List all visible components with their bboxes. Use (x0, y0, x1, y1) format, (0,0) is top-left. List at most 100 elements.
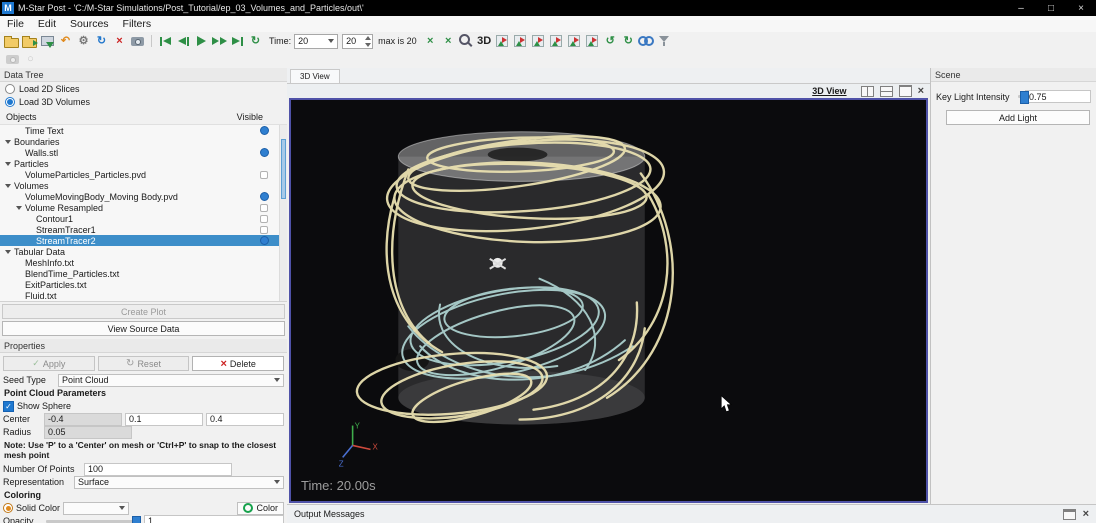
delete-source-icon[interactable]: × (111, 34, 128, 49)
refresh-icon[interactable]: ↻ (93, 34, 110, 49)
set-view-minus-y-icon[interactable] (548, 34, 565, 49)
color-picker-button[interactable]: Color (237, 501, 284, 515)
first-frame-button[interactable] (157, 34, 174, 49)
frame-spinner[interactable]: 20 (342, 33, 374, 49)
load-3d-volumes-radio[interactable]: Load 3D Volumes (0, 95, 287, 108)
tree-item[interactable]: Volumes (0, 180, 287, 191)
representation-select[interactable]: Surface (74, 475, 284, 489)
tree-item[interactable]: StreamTracer1 (0, 224, 287, 235)
app-logo-icon: M (2, 2, 14, 14)
set-view-plus-z-icon[interactable] (566, 34, 583, 49)
add-light-button[interactable]: Add Light (946, 110, 1090, 125)
tree-item[interactable]: Boundaries (0, 136, 287, 147)
split-horizontal-icon[interactable] (860, 85, 874, 97)
opacity-input[interactable]: 1 (144, 514, 284, 523)
window-title: M-Star Post - 'C:/M-Star Simulations/Pos… (18, 3, 364, 13)
previous-frame-button[interactable] (175, 34, 192, 49)
close-view-icon[interactable]: × (918, 85, 924, 97)
tab-3d-view[interactable]: 3D View (290, 69, 340, 83)
center-y-input[interactable]: 0.1 (125, 412, 203, 426)
close-button[interactable]: × (1066, 0, 1096, 16)
minimize-button[interactable]: – (1006, 0, 1036, 16)
number-of-points-input[interactable]: 100 (84, 462, 232, 476)
tree-item[interactable]: VolumeMovingBody_Moving Body.pvd (0, 191, 287, 202)
scrollbar-thumb[interactable] (281, 139, 286, 199)
settings-gear-icon[interactable]: ⚙ (75, 34, 92, 49)
output-messages-bar: Output Messages × (287, 504, 1096, 523)
open-session-folder-icon[interactable] (21, 34, 38, 49)
menu-item[interactable]: Edit (31, 18, 63, 30)
tree-item[interactable]: Particles (0, 158, 287, 169)
tree-scrollbar[interactable] (279, 125, 287, 301)
opacity-row: Opacity 1 (0, 514, 287, 523)
visibility-toggle[interactable] (260, 126, 269, 135)
visibility-toggle[interactable] (260, 148, 269, 157)
set-view-plus-x-icon[interactable] (494, 34, 511, 49)
save-state-icon[interactable] (39, 34, 56, 49)
tree-item[interactable]: Contour1 (0, 213, 287, 224)
tree-item[interactable]: Walls.stl (0, 147, 287, 158)
loop-button[interactable]: ↻ (247, 34, 264, 49)
screenshot-icon[interactable] (129, 34, 146, 49)
load-2d-slices-radio[interactable]: Load 2D Slices (0, 82, 287, 95)
set-view-minus-x-icon[interactable] (512, 34, 529, 49)
toggle-2d-3d-button[interactable]: 3D (476, 34, 493, 49)
tree-item[interactable]: BlendTime_Particles.txt (0, 268, 287, 279)
menu-item[interactable]: Filters (116, 18, 159, 30)
color-ring-icon (243, 503, 254, 514)
tree-item[interactable]: Time Text (0, 125, 287, 136)
zoom-to-data-icon[interactable]: × (440, 34, 457, 49)
rotate-90-cw-icon[interactable]: ↻ (620, 34, 637, 49)
visibility-toggle[interactable] (260, 192, 269, 201)
zoom-to-box-icon[interactable] (458, 34, 475, 49)
center-z-input[interactable]: 0.4 (206, 412, 284, 426)
tree-item[interactable]: ExitParticles.txt (0, 279, 287, 290)
key-light-input[interactable]: 0.75 (1025, 90, 1091, 103)
visibility-toggle[interactable] (260, 236, 269, 245)
menu-item[interactable]: File (0, 18, 31, 30)
undo-icon[interactable]: ↶ (57, 34, 74, 49)
set-view-minus-z-icon[interactable] (584, 34, 601, 49)
tree-item[interactable]: VolumeParticles_Particles.pvd (0, 169, 287, 180)
app-window: M M-Star Post - 'C:/M-Star Simulations/P… (0, 0, 1096, 523)
view-header: 3D View × (287, 84, 930, 98)
float-panel-icon[interactable] (1062, 508, 1076, 520)
last-frame-button[interactable] (229, 34, 246, 49)
maximize-button[interactable]: □ (1036, 0, 1066, 16)
visibility-toggle[interactable] (260, 204, 269, 212)
close-panel-icon[interactable]: × (1083, 508, 1089, 520)
tree-item[interactable]: StreamTracer2 (0, 235, 287, 246)
time-select[interactable]: 20 (294, 33, 339, 49)
tree-item[interactable]: Volume Resampled (0, 202, 287, 213)
visibility-toggle[interactable] (260, 215, 269, 223)
delete-button[interactable]: Delete (192, 356, 285, 371)
radius-input[interactable]: 0.05 (44, 425, 132, 439)
menu-item[interactable]: Sources (63, 18, 116, 30)
seed-type-select[interactable]: Point Cloud (58, 373, 284, 387)
filter-icon[interactable] (656, 34, 673, 49)
reset-icon (126, 358, 134, 369)
coloring-array-select[interactable] (63, 501, 130, 515)
opacity-slider[interactable] (46, 515, 141, 523)
reset-camera-icon[interactable]: × (422, 34, 439, 49)
next-frame-button[interactable] (211, 34, 228, 49)
center-x-input[interactable]: -0.4 (44, 412, 122, 426)
set-view-plus-y-icon[interactable] (530, 34, 547, 49)
view-source-data-button[interactable]: View Source Data (2, 321, 285, 336)
maximize-view-icon[interactable] (898, 85, 912, 97)
key-light-slider[interactable] (1018, 91, 1029, 104)
play-button[interactable] (193, 34, 210, 49)
tree-item[interactable]: Tabular Data (0, 246, 287, 257)
solid-color-radio[interactable] (3, 503, 13, 514)
tree-item[interactable]: MeshInfo.txt (0, 257, 287, 268)
link-camera-icon[interactable] (638, 34, 655, 49)
show-sphere-checkbox[interactable]: ✓ (3, 400, 14, 412)
visibility-toggle[interactable] (260, 226, 269, 234)
open-folder-icon[interactable] (3, 34, 20, 49)
render-view-3d[interactable]: Y X Z Time: 20.00s (289, 98, 928, 503)
split-vertical-icon[interactable] (879, 85, 893, 97)
tree-item[interactable]: Fluid.txt (0, 290, 287, 301)
object-tree: Time Text Boundaries Walls.stl Particles… (0, 124, 287, 302)
visibility-toggle[interactable] (260, 171, 269, 179)
rotate-90-ccw-icon[interactable]: ↺ (602, 34, 619, 49)
